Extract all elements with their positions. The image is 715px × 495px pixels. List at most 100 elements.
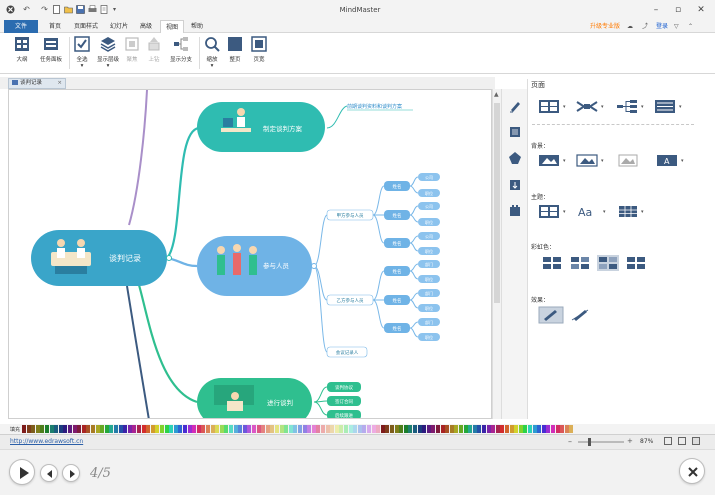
color-swatch[interactable] [169, 425, 174, 433]
plan-node[interactable] [197, 102, 325, 152]
color-swatch[interactable] [242, 425, 247, 433]
menu-help[interactable]: 帮助 [186, 20, 208, 33]
page-width-button[interactable]: 页宽 [248, 36, 270, 72]
new-file-icon[interactable] [52, 5, 61, 14]
previous-slide-button[interactable] [40, 464, 58, 482]
color-swatch[interactable] [551, 425, 555, 433]
color-swatch[interactable] [546, 425, 551, 433]
color-swatch[interactable] [348, 425, 353, 433]
menu-page-style[interactable]: 页面样式 [70, 20, 102, 33]
color-swatch[interactable] [178, 425, 183, 433]
share-icon[interactable]: ⤴ [642, 20, 648, 33]
color-swatch[interactable] [196, 425, 201, 433]
color-swatch[interactable] [436, 425, 440, 433]
color-swatch[interactable] [555, 425, 560, 433]
color-swatch[interactable] [321, 425, 325, 433]
color-swatch[interactable] [380, 425, 385, 433]
color-swatch[interactable] [45, 425, 49, 433]
menu-advanced[interactable]: 高级 [136, 20, 156, 33]
color-swatch[interactable] [403, 425, 408, 433]
color-swatch[interactable] [150, 425, 155, 433]
mindmap-canvas[interactable]: 谈判记录 制定谈判方案 前期谈判资料和谈判方案 参与人员 甲方参与人员 乙方参与… [8, 89, 492, 419]
print-icon[interactable] [88, 5, 97, 14]
color-swatch[interactable] [187, 425, 192, 433]
login-link[interactable]: 登录 [656, 20, 668, 33]
color-swatch[interactable] [353, 425, 358, 433]
color-swatch[interactable] [440, 425, 445, 433]
document-tab-close-icon[interactable]: × [57, 79, 62, 88]
task-panel-button[interactable]: 任务面板 [36, 36, 66, 72]
color-swatch[interactable] [123, 425, 128, 433]
export-icon[interactable] [100, 5, 109, 14]
outline-tab-icon[interactable] [508, 178, 522, 192]
color-swatch[interactable] [22, 425, 26, 433]
color-swatch[interactable] [486, 425, 491, 433]
color-swatch[interactable] [316, 425, 321, 433]
theme-button[interactable]: ▾ [538, 204, 568, 218]
root-collapse-handle[interactable] [166, 255, 172, 261]
color-swatch[interactable] [298, 425, 302, 433]
color-swatch[interactable] [399, 425, 404, 433]
zoom-slider[interactable] [578, 438, 624, 446]
color-swatch[interactable] [261, 425, 266, 433]
color-swatch[interactable] [35, 425, 40, 433]
color-swatch[interactable] [311, 425, 316, 433]
theme-color-button[interactable]: ▾ [618, 204, 648, 218]
color-swatch[interactable] [68, 425, 72, 433]
quick-access-dropdown-icon[interactable]: ▾ [110, 5, 119, 14]
color-swatch[interactable] [63, 425, 68, 433]
color-swatch[interactable] [468, 425, 473, 433]
color-swatch[interactable] [422, 425, 427, 433]
rainbow-option-2-button[interactable] [568, 254, 594, 272]
next-slide-button[interactable] [62, 464, 80, 482]
color-swatch[interactable] [334, 425, 339, 433]
remove-background-button[interactable] [618, 153, 640, 167]
color-swatch[interactable] [141, 425, 146, 433]
menu-home[interactable]: 首页 [44, 20, 66, 33]
effect-hand-drawn-button[interactable] [538, 306, 564, 324]
color-swatch[interactable] [247, 425, 252, 433]
maximize-icon[interactable]: ▫ [672, 4, 684, 16]
zoom-out-icon[interactable]: – [568, 437, 572, 446]
color-swatch[interactable] [408, 425, 413, 433]
color-swatch[interactable] [426, 425, 431, 433]
color-swatch[interactable] [114, 425, 118, 433]
color-swatch[interactable] [477, 425, 482, 433]
color-swatch[interactable] [449, 425, 454, 433]
menu-view[interactable]: 视图 [160, 20, 184, 33]
color-swatch[interactable] [132, 425, 137, 433]
color-swatch[interactable] [509, 425, 514, 433]
color-swatch[interactable] [459, 425, 463, 433]
color-swatch[interactable] [371, 425, 376, 433]
document-tab[interactable]: 谈判记录 × [8, 78, 66, 89]
menu-slides[interactable]: 幻灯片 [106, 20, 132, 33]
color-swatch[interactable] [528, 425, 532, 433]
color-swatch[interactable] [40, 425, 45, 433]
show-level-button[interactable]: 显示层级 ▾ [94, 36, 122, 72]
color-swatch[interactable] [95, 425, 100, 433]
color-swatch[interactable] [58, 425, 63, 433]
color-swatch[interactable] [233, 425, 238, 433]
color-swatch[interactable] [495, 425, 500, 433]
background-image-button[interactable]: ▾ [576, 153, 606, 167]
play-button[interactable] [9, 459, 35, 485]
color-swatch[interactable] [109, 425, 114, 433]
color-swatch[interactable] [229, 425, 233, 433]
color-swatch[interactable] [164, 425, 169, 433]
rainbow-option-1-button[interactable] [540, 254, 566, 272]
color-swatch[interactable] [100, 425, 105, 433]
color-swatch[interactable] [445, 425, 450, 433]
layout-map-button[interactable]: ▾ [538, 99, 568, 113]
color-swatch[interactable] [54, 425, 59, 433]
color-swatch[interactable] [270, 425, 275, 433]
color-swatch[interactable] [569, 425, 574, 433]
color-swatch[interactable] [81, 425, 86, 433]
zoom-slider-thumb[interactable] [588, 438, 591, 446]
color-swatch[interactable] [210, 425, 215, 433]
close-player-button[interactable] [679, 458, 705, 484]
background-color-button[interactable]: ▾ [538, 153, 568, 167]
open-file-icon[interactable] [64, 5, 73, 14]
color-swatch[interactable] [288, 425, 293, 433]
watermark-button[interactable]: A ▾ [656, 153, 686, 167]
color-swatch[interactable] [77, 425, 82, 433]
